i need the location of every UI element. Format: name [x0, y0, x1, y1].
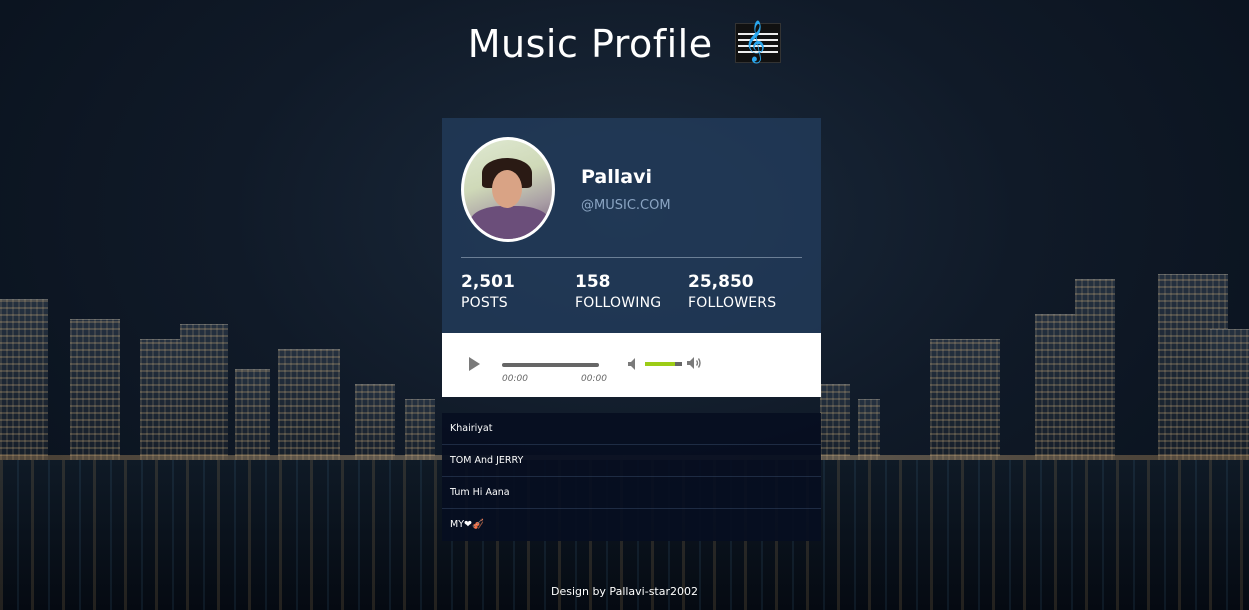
- stat-following-value: 158: [575, 272, 611, 292]
- duration-time: 00:00: [581, 374, 607, 384]
- page-title-text: Music Profile: [467, 22, 713, 66]
- volume-slider[interactable]: [645, 362, 682, 366]
- stat-following-label: FOLLOWING: [575, 295, 662, 311]
- profile-header: Pallavi @MUSIC.COM 2,501 POSTS 158 FOLLO…: [442, 118, 821, 333]
- playlist-item[interactable]: Khairiyat: [442, 413, 821, 445]
- audio-player: 00:00 00:00: [442, 333, 821, 397]
- footer-credit: Design by Pallavi-star2002: [550, 585, 699, 598]
- stat-posts-value: 2,501: [461, 272, 515, 292]
- play-button[interactable]: [469, 357, 480, 371]
- stat-posts: 2,501 POSTS: [461, 272, 515, 311]
- profile-name: Pallavi: [581, 166, 652, 188]
- avatar: [461, 137, 555, 242]
- stat-followers-value: 25,850: [688, 272, 754, 292]
- playlist-item[interactable]: Tum Hi Aana: [442, 477, 821, 509]
- stat-followers: 25,850 FOLLOWERS: [688, 272, 776, 311]
- stat-followers-label: FOLLOWERS: [688, 295, 777, 311]
- music-staff-clef-icon: 𝄞: [735, 21, 782, 63]
- profile-card: Pallavi @MUSIC.COM 2,501 POSTS 158 FOLLO…: [442, 118, 821, 541]
- volume-mute-icon[interactable]: [628, 358, 638, 370]
- playlist-item[interactable]: MY❤🎻: [442, 509, 821, 541]
- playlist-item[interactable]: TOM And JERRY: [442, 445, 821, 477]
- profile-handle: @MUSIC.COM: [581, 198, 671, 213]
- volume-max-icon[interactable]: [687, 356, 703, 370]
- profile-divider: [461, 257, 802, 258]
- current-time: 00:00: [502, 374, 528, 384]
- stat-posts-label: POSTS: [461, 295, 508, 311]
- playlist: Khairiyat TOM And JERRY Tum Hi Aana MY❤🎻: [442, 413, 821, 541]
- page-title: Music Profile 𝄞: [0, 21, 1249, 66]
- stat-following: 158 FOLLOWING: [575, 272, 661, 311]
- volume-level: [645, 362, 675, 366]
- seek-bar[interactable]: [502, 363, 599, 367]
